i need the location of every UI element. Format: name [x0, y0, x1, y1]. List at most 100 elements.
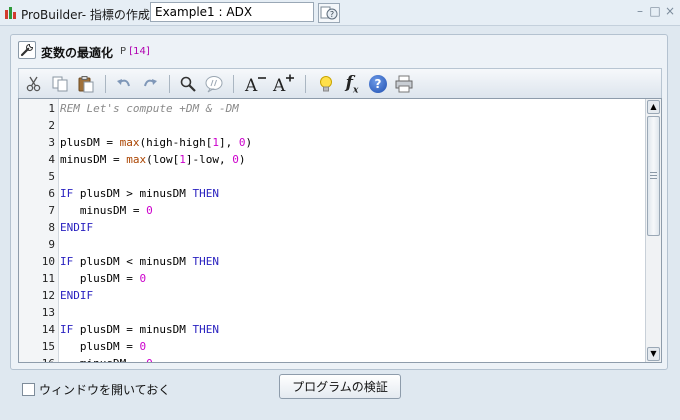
help-toolbar-button[interactable]: ?: [367, 73, 389, 95]
increase-font-icon: A: [272, 74, 294, 94]
code-text[interactable]: plusDM = 0: [60, 338, 146, 355]
copy-icon: [52, 76, 68, 92]
variables-tag-prefix: P: [120, 46, 127, 57]
code-text[interactable]: plusDM = max(high-high[1], 0): [60, 134, 252, 151]
line-number: 16: [19, 355, 55, 362]
code-line[interactable]: 5: [19, 168, 649, 185]
svg-text:A: A: [272, 76, 286, 94]
code-line[interactable]: 12 ENDIF: [19, 287, 649, 304]
code-text[interactable]: minusDM = 0: [60, 202, 153, 219]
code-line[interactable]: 15 plusDM = 0: [19, 338, 649, 355]
code-line[interactable]: 9: [19, 236, 649, 253]
line-number: 5: [48, 170, 55, 183]
code-text[interactable]: ENDIF: [60, 287, 93, 304]
comment-button[interactable]: [203, 73, 225, 95]
line-number: 9: [48, 238, 55, 251]
function-fx-icon: fx: [346, 73, 359, 95]
code-line[interactable]: 8 ENDIF: [19, 219, 649, 236]
tip-button[interactable]: [315, 73, 337, 95]
increase-font-button[interactable]: A: [271, 73, 297, 95]
copy-button[interactable]: [49, 73, 71, 95]
code-text[interactable]: minusDM = 0: [60, 355, 153, 362]
function-button[interactable]: fx: [341, 73, 363, 95]
keep-window-open-label: ウィンドウを開いておく: [39, 383, 171, 397]
keep-window-open-checkbox[interactable]: [22, 383, 35, 396]
undo-button[interactable]: [113, 73, 135, 95]
line-number: 12: [41, 289, 55, 302]
variables-tag: P [14]: [120, 46, 150, 57]
code-line[interactable]: 10 IF plusDM < minusDM THEN: [19, 253, 649, 270]
code-text[interactable]: ENDIF: [60, 219, 93, 236]
print-icon: [395, 75, 413, 93]
code-text[interactable]: IF plusDM < minusDM THEN: [60, 253, 219, 270]
code-line[interactable]: 14 IF plusDM = minusDM THEN: [19, 321, 649, 338]
code-text[interactable]: IF plusDM = minusDM THEN: [60, 321, 219, 338]
comment-icon: [205, 76, 223, 93]
decrease-font-icon: A: [244, 76, 266, 94]
line-number: 11: [41, 272, 55, 285]
undo-icon: [117, 79, 130, 87]
line-number: 3: [48, 136, 55, 149]
code-text[interactable]: plusDM = 0: [60, 270, 146, 287]
line-number: 2: [48, 119, 55, 132]
line-number: 14: [41, 323, 55, 336]
scroll-up-button[interactable]: ▲: [647, 100, 660, 114]
scroll-down-button[interactable]: ▼: [647, 347, 660, 361]
line-number: 8: [48, 221, 55, 234]
decrease-font-button[interactable]: A: [243, 73, 269, 95]
cut-button[interactable]: [23, 73, 45, 95]
function-fx-label: f: [345, 72, 353, 93]
question-help-icon: ?: [320, 6, 338, 20]
wrench-icon[interactable]: [18, 41, 36, 59]
code-text[interactable]: IF plusDM > minusDM THEN: [60, 185, 219, 202]
title-separator: -: [140, 6, 145, 20]
line-number: 7: [48, 204, 55, 217]
code-line[interactable]: 16 minusDM = 0: [19, 355, 649, 362]
line-number: 6: [48, 187, 55, 200]
variables-tag-value: [14]: [129, 46, 150, 57]
print-button[interactable]: [393, 73, 415, 95]
function-fx-sub: x: [352, 85, 359, 96]
redo-icon: [144, 79, 157, 87]
paste-icon: [78, 76, 94, 93]
code-line[interactable]: 6 IF plusDM > minusDM THEN: [19, 185, 649, 202]
svg-text:?: ?: [330, 10, 334, 19]
find-icon: [180, 76, 196, 92]
keep-window-open-option[interactable]: ウィンドウを開いておく: [22, 381, 170, 398]
editor-toolbar: A A fx ?: [18, 68, 662, 98]
candlestick-chart-icon: [4, 6, 18, 20]
svg-text:A: A: [244, 76, 258, 94]
tip-lightbulb-icon: [320, 76, 332, 92]
close-button[interactable]: ×: [664, 4, 676, 18]
line-number: 1: [48, 102, 55, 115]
restore-button[interactable]: □: [649, 4, 661, 18]
code-line[interactable]: 2: [19, 117, 649, 134]
minimize-button[interactable]: –: [634, 4, 646, 18]
code-line[interactable]: 11 plusDM = 0: [19, 270, 649, 287]
app-title: ProBuilder- 指標の作成: [21, 8, 150, 22]
editor-panel: 変数の最適化 P [14] A A fx ? 1 REM Let's compu…: [10, 34, 668, 370]
verify-program-button[interactable]: プログラムの検証: [279, 374, 401, 399]
code-line[interactable]: 7 minusDM = 0: [19, 202, 649, 219]
indicator-name-input[interactable]: [150, 2, 314, 22]
find-button[interactable]: [177, 73, 199, 95]
optimize-variables-label[interactable]: 変数の最適化: [41, 44, 113, 61]
paste-button[interactable]: [75, 73, 97, 95]
help-button[interactable]: ?: [318, 3, 340, 23]
scroll-thumb[interactable]: [647, 116, 660, 236]
line-number: 4: [48, 153, 55, 166]
redo-button[interactable]: [139, 73, 161, 95]
title-bar: ProBuilder- 指標の作成 - ? – □ ×: [0, 0, 680, 26]
code-editor[interactable]: 1 REM Let's compute +DM & -DM 2 3 plusDM = m…: [18, 98, 662, 363]
code-line[interactable]: 3 plusDM = max(high-high[1], 0): [19, 134, 649, 151]
line-number: 13: [41, 306, 55, 319]
code-line[interactable]: 1 REM Let's compute +DM & -DM: [19, 100, 649, 117]
code-text[interactable]: REM Let's compute +DM & -DM: [60, 100, 239, 117]
help-icon-label: ?: [374, 77, 382, 91]
code-line[interactable]: 4 minusDM = max(low[1]-low, 0): [19, 151, 649, 168]
cut-icon: [26, 76, 41, 92]
vertical-scrollbar[interactable]: ▲ ▼: [645, 99, 661, 362]
code-line[interactable]: 13: [19, 304, 649, 321]
help-icon: ?: [369, 75, 387, 93]
code-text[interactable]: minusDM = max(low[1]-low, 0): [60, 151, 245, 168]
